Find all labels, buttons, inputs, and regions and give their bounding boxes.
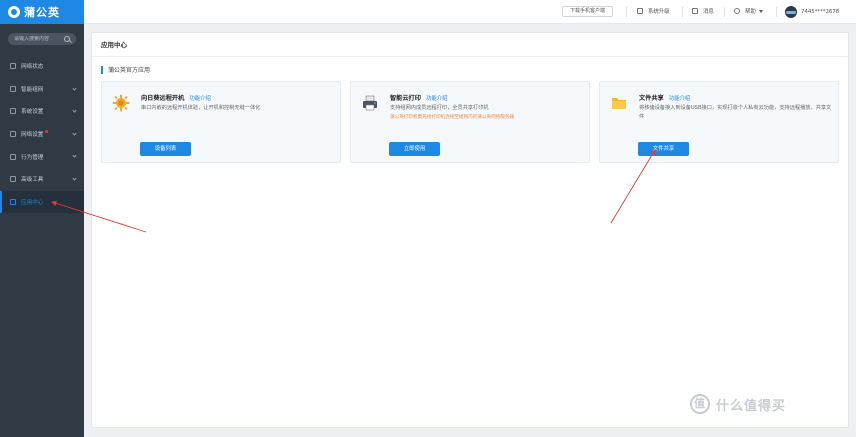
file-share-button[interactable]: 文件共享 <box>638 142 689 156</box>
sidebar-item-network-settings[interactable]: 网络设置 <box>0 123 84 146</box>
sidebar-item-label: 高级工具 <box>21 177 44 184</box>
card-description: 串口内嵌的远程开机体验，让开机和控制无缝一体化 <box>141 105 261 111</box>
lock-icon <box>637 8 643 14</box>
feature-intro-link[interactable]: 功能介绍 <box>189 96 211 102</box>
card-title-text: 向日葵远程开机 <box>141 95 185 102</box>
divider <box>682 7 683 17</box>
sidebar-item-app-center[interactable]: 应用中心 <box>0 190 84 214</box>
topbar: 下载手机客户端 系统升级 消息 帮助 7445****2678 <box>84 0 856 24</box>
account-label: 7445****2678 <box>801 9 840 15</box>
divider <box>626 7 627 17</box>
download-app-button[interactable]: 下载手机客户端 <box>562 6 614 17</box>
section-header: 蒲公英官方应用 <box>101 65 150 74</box>
sidebar-item-label: 行为管理 <box>21 154 44 161</box>
app-center-icon <box>10 198 16 205</box>
avatar <box>785 6 797 18</box>
chevron-down-icon <box>72 108 77 113</box>
help-label: 帮助 <box>745 9 756 15</box>
card-warning-note: 蒲公英打印机需先接打印机连接至组网内的蒲公英网络服务器 <box>390 115 515 120</box>
tools-icon <box>10 176 16 183</box>
section-title: 蒲公英官方应用 <box>108 67 151 74</box>
folder-icon <box>612 98 626 109</box>
system-upgrade-label: 系统升级 <box>648 9 670 15</box>
sidebar-item-label: 系统设置 <box>21 109 44 116</box>
sidebar-item-smart-network[interactable]: 智能组网 <box>0 78 84 101</box>
sidebar-search <box>8 33 76 45</box>
sidebar-item-label: 智能组网 <box>21 86 44 93</box>
printer-icon <box>363 95 377 111</box>
app-card-remote-boot: 向日葵远程开机 功能介绍 串口内嵌的远程开机体验，让开机和控制无缝一体化 设备列表 <box>101 81 341 163</box>
system-upgrade-link[interactable]: 系统升级 <box>637 7 670 15</box>
caret-down-icon <box>758 9 763 13</box>
network-settings-icon <box>10 131 16 138</box>
chevron-down-icon <box>72 176 77 181</box>
use-now-button[interactable]: 立即使用 <box>389 142 440 156</box>
card-description: 将移储设备接入到设备USB接口，实现打造个人私有云功能，支持远程播放、共享文件 <box>639 105 832 120</box>
card-title: 文件共享 功能介绍 <box>639 93 690 102</box>
notification-dot <box>45 130 49 134</box>
chevron-down-icon <box>72 153 77 158</box>
card-description: 支持组网内成员远程打印，全员共享打印机 <box>390 105 489 111</box>
sidebar: 蒲公英 网络状态 智能组网 系统设置 网络设置 行为管理 <box>0 0 84 437</box>
messages-link[interactable]: 消息 <box>692 7 714 15</box>
card-title-text: 文件共享 <box>639 95 664 102</box>
divider <box>724 7 725 17</box>
feature-intro-link[interactable]: 功能介绍 <box>426 96 448 102</box>
app-center-panel: 应用中心 蒲公英官方应用 向日葵远程开机 功能介绍 串口内嵌的远程开机体验，让开机… <box>91 32 849 428</box>
card-title: 向日葵远程开机 功能介绍 <box>141 93 211 102</box>
brand-name: 蒲公英 <box>24 6 60 19</box>
sidebar-item-system-settings[interactable]: 系统设置 <box>0 100 84 123</box>
sidebar-item-tools[interactable]: 高级工具 <box>0 168 84 191</box>
watermark-text: 什么值得买 <box>716 398 787 414</box>
brand-logo[interactable]: 蒲公英 <box>0 0 84 24</box>
watermark-logo-icon: 值 <box>690 394 710 414</box>
sidebar-item-label: 网络状态 <box>21 64 44 71</box>
divider <box>776 7 777 17</box>
sidebar-item-behavior[interactable]: 行为管理 <box>0 145 84 168</box>
section-accent-bar <box>101 65 103 74</box>
chevron-down-icon <box>72 85 77 91</box>
chevron-down-icon <box>72 131 77 136</box>
card-title-text: 智能云打印 <box>390 95 421 102</box>
sidebar-item-label: 网络设置 <box>21 132 44 139</box>
smart-network-icon <box>10 85 16 92</box>
feature-intro-link[interactable]: 功能介绍 <box>669 96 691 102</box>
network-status-icon <box>10 63 16 70</box>
sunflower-icon <box>112 94 130 112</box>
settings-icon <box>10 108 16 115</box>
account-menu[interactable]: 7445****2678 <box>785 6 839 18</box>
help-icon <box>734 8 740 14</box>
app-card-file-share: 文件共享 功能介绍 将移储设备接入到设备USB接口，实现打造个人私有云功能，支持远… <box>599 81 839 163</box>
sidebar-item-label: 应用中心 <box>21 199 44 206</box>
card-title: 智能云打印 功能介绍 <box>390 93 448 102</box>
app-card-cloud-print: 智能云打印 功能介绍 支持组网内成员远程打印，全员共享打印机 蒲公英打印机需先接打… <box>350 81 590 163</box>
page-title: 应用中心 <box>92 33 848 57</box>
bell-icon <box>692 8 698 14</box>
search-icon[interactable] <box>64 36 70 42</box>
sidebar-item-network-status[interactable]: 网络状态 <box>0 55 84 78</box>
help-menu[interactable]: 帮助 <box>734 7 763 15</box>
messages-label: 消息 <box>703 9 714 15</box>
dandelion-logo-icon <box>8 6 20 18</box>
sidebar-nav: 网络状态 智能组网 系统设置 网络设置 行为管理 高级工具 应用中心 <box>0 55 84 214</box>
behavior-icon <box>10 153 16 160</box>
device-list-button[interactable]: 设备列表 <box>140 142 191 156</box>
watermark: 值 什么值得买 <box>690 394 786 414</box>
sidebar-search-input[interactable] <box>14 36 64 42</box>
